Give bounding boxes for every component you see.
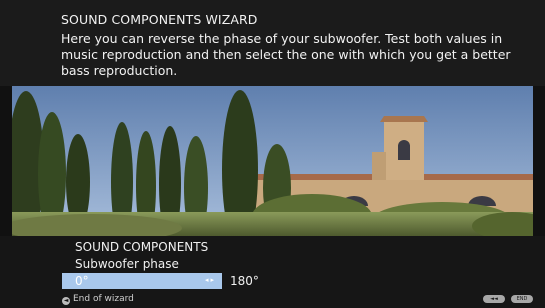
phase-option-selected[interactable]: 0° ◂▸	[62, 273, 222, 289]
panel-title: SOUND COMPONENTS	[75, 240, 209, 254]
wizard-title: SOUND COMPONENTS WIZARD	[61, 12, 258, 27]
selected-phase-value: 0°	[75, 274, 89, 288]
end-of-wizard-label: End of wizard	[73, 294, 134, 304]
scene-photo	[12, 86, 533, 236]
wizard-description: Here you can reverse the phase of your s…	[61, 31, 511, 78]
end-button[interactable]: END	[511, 295, 533, 303]
rewind-button[interactable]: ◄◄	[483, 295, 505, 303]
wizard-header: SOUND COMPONENTS WIZARD Here you can rev…	[0, 0, 545, 86]
setting-label: Subwoofer phase	[75, 257, 179, 271]
church-landscape-image	[12, 86, 533, 236]
back-icon: ◄	[62, 297, 70, 305]
end-of-wizard-hint[interactable]: ◄ End of wizard	[62, 294, 134, 305]
phase-option-alternative[interactable]: 180°	[230, 274, 259, 288]
settings-panel: SOUND COMPONENTS Subwoofer phase 0° ◂▸ 1…	[0, 236, 545, 308]
left-right-arrows-icon: ◂▸	[204, 276, 216, 284]
